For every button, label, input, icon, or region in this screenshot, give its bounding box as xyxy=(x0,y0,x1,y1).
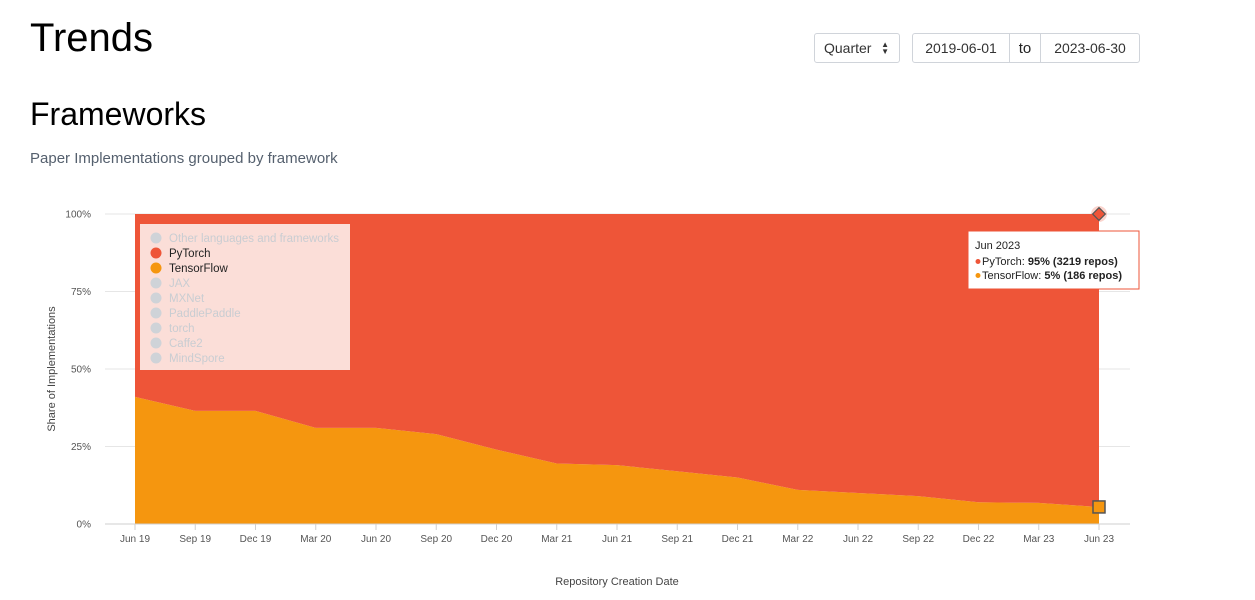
legend-dot xyxy=(150,262,162,274)
x-tick-label: Mar 20 xyxy=(300,534,332,545)
tooltip-label: TensorFlow: xyxy=(982,270,1044,282)
tooltip-dot xyxy=(975,259,981,264)
x-tick-label: Mar 22 xyxy=(782,534,814,545)
tooltip-value: 5% (186 repos) xyxy=(1044,270,1122,282)
tooltip: Jun 2023 PyTorch: 95% (3219 repos) TensorF… xyxy=(967,230,1140,290)
tooltip-dot xyxy=(975,273,981,278)
legend-label: Caffe2 xyxy=(169,338,203,350)
legend-dot xyxy=(150,277,162,289)
x-tick-label: Mar 23 xyxy=(1023,534,1055,545)
x-axis: Jun 19 Sep 19 Dec 19 Mar 20 Jun 20 Sep 20 Dec … xyxy=(105,523,1130,545)
legend-label: PyTorch xyxy=(169,248,211,260)
x-tick-label: Jun 22 xyxy=(843,534,873,545)
y-axis-title: Share of Implementations xyxy=(46,306,58,432)
x-tick-label: Jun 20 xyxy=(361,534,391,545)
x-axis-title: Repository Creation Date xyxy=(555,576,679,588)
tooltip-line: PyTorch: 95% (3219 repos) xyxy=(982,256,1118,268)
x-tick-label: Dec 21 xyxy=(722,534,754,545)
x-tick-label: Dec 19 xyxy=(240,534,272,545)
y-tick-label: 75% xyxy=(71,287,91,298)
x-tick-label: Sep 20 xyxy=(420,534,452,545)
y-axis: 0% 25% 50% 75% 100% xyxy=(65,210,91,531)
legend-item[interactable]: JAX xyxy=(150,277,191,291)
legend-dot xyxy=(150,322,162,334)
tooltip-title: Jun 2023 xyxy=(975,240,1020,252)
x-tick-label: Sep 21 xyxy=(661,534,693,545)
legend-label: Other languages and frameworks xyxy=(169,233,339,245)
x-tick-label: Sep 19 xyxy=(179,534,211,545)
x-tick-label: Dec 20 xyxy=(481,534,513,545)
legend-dot xyxy=(150,232,162,244)
legend-label: JAX xyxy=(169,278,190,290)
framework-share-chart: 0% 25% 50% 75% 100% Jun 19 Sep 19 Dec 19 Mar 20… xyxy=(46,206,1140,588)
legend-item[interactable]: Other languages and frameworks xyxy=(150,232,340,246)
legend-item[interactable]: torch xyxy=(150,322,195,336)
legend-dot xyxy=(150,292,162,304)
tooltip-line: TensorFlow: 5% (186 repos) xyxy=(982,270,1122,282)
x-tick-label: Jun 19 xyxy=(120,534,150,545)
y-tick-label: 25% xyxy=(71,442,91,453)
legend-dot xyxy=(150,307,162,319)
legend-dot xyxy=(150,337,162,349)
x-tick-label: Sep 22 xyxy=(902,534,934,545)
legend: Other languages and frameworks PyTorch Ten… xyxy=(140,224,350,370)
legend-dot xyxy=(150,247,162,259)
x-tick-label: Mar 21 xyxy=(541,534,573,545)
x-tick-label: Dec 22 xyxy=(963,534,995,545)
y-tick-label: 50% xyxy=(71,365,91,376)
x-tick-label: Jun 21 xyxy=(602,534,632,545)
tensorflow-point-marker xyxy=(1092,500,1106,514)
y-tick-label: 0% xyxy=(77,520,92,531)
legend-label: TensorFlow xyxy=(169,263,228,275)
legend-label: torch xyxy=(169,323,195,335)
legend-label: MindSpore xyxy=(169,353,225,365)
x-tick-label: Jun 23 xyxy=(1084,534,1114,545)
tooltip-value: 95% (3219 repos) xyxy=(1028,256,1118,268)
legend-dot xyxy=(150,352,162,364)
y-tick-label: 100% xyxy=(65,210,91,221)
legend-label: MXNet xyxy=(169,293,205,305)
legend-label: PaddlePaddle xyxy=(169,308,241,320)
tooltip-label: PyTorch: xyxy=(982,256,1028,268)
